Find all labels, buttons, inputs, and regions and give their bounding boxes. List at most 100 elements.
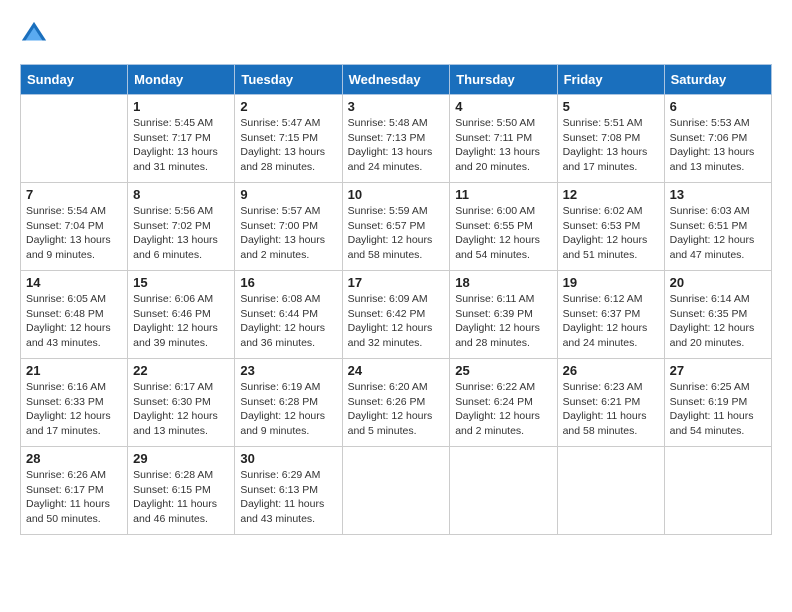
calendar-table: SundayMondayTuesdayWednesdayThursdayFrid… bbox=[20, 64, 772, 535]
day-info: Sunrise: 6:09 AM Sunset: 6:42 PM Dayligh… bbox=[348, 292, 445, 351]
calendar-cell: 2 Sunrise: 5:47 AM Sunset: 7:15 PM Daylig… bbox=[235, 95, 342, 183]
day-number: 27 bbox=[670, 363, 766, 378]
calendar-header-tuesday: Tuesday bbox=[235, 65, 342, 95]
calendar-cell: 5 Sunrise: 5:51 AM Sunset: 7:08 PM Daylig… bbox=[557, 95, 664, 183]
calendar-cell: 14 Sunrise: 6:05 AM Sunset: 6:48 PM Dayli… bbox=[21, 271, 128, 359]
calendar-cell bbox=[21, 95, 128, 183]
calendar-cell: 3 Sunrise: 5:48 AM Sunset: 7:13 PM Daylig… bbox=[342, 95, 450, 183]
day-info: Sunrise: 6:19 AM Sunset: 6:28 PM Dayligh… bbox=[240, 380, 336, 439]
day-info: Sunrise: 6:14 AM Sunset: 6:35 PM Dayligh… bbox=[670, 292, 766, 351]
day-info: Sunrise: 6:16 AM Sunset: 6:33 PM Dayligh… bbox=[26, 380, 122, 439]
calendar-cell: 22Sunrise: 6:17 AM Sunset: 6:30 PM Dayli… bbox=[128, 359, 235, 447]
day-info: Sunrise: 6:11 AM Sunset: 6:39 PM Dayligh… bbox=[455, 292, 551, 351]
calendar-cell: 10 Sunrise: 5:59 AM Sunset: 6:57 PM Dayli… bbox=[342, 183, 450, 271]
calendar-header-wednesday: Wednesday bbox=[342, 65, 450, 95]
day-info: Sunrise: 6:06 AM Sunset: 6:46 PM Dayligh… bbox=[133, 292, 229, 351]
day-number: 26 bbox=[563, 363, 659, 378]
day-info: Sunrise: 6:20 AM Sunset: 6:26 PM Dayligh… bbox=[348, 380, 445, 439]
calendar-cell: 8 Sunrise: 5:56 AM Sunset: 7:02 PM Daylig… bbox=[128, 183, 235, 271]
day-number: 17 bbox=[348, 275, 445, 290]
day-number: 11 bbox=[455, 187, 551, 202]
calendar-cell: 12 Sunrise: 6:02 AM Sunset: 6:53 PM Dayli… bbox=[557, 183, 664, 271]
calendar-cell: 11 Sunrise: 6:00 AM Sunset: 6:55 PM Dayli… bbox=[450, 183, 557, 271]
calendar-header-thursday: Thursday bbox=[450, 65, 557, 95]
day-info: Sunrise: 6:00 AM Sunset: 6:55 PM Dayligh… bbox=[455, 204, 551, 263]
day-info: Sunrise: 6:25 AM Sunset: 6:19 PM Dayligh… bbox=[670, 380, 766, 439]
day-number: 6 bbox=[670, 99, 766, 114]
calendar-week-row: 7 Sunrise: 5:54 AM Sunset: 7:04 PM Daylig… bbox=[21, 183, 772, 271]
page-header bbox=[20, 20, 772, 48]
day-info: Sunrise: 5:56 AM Sunset: 7:02 PM Dayligh… bbox=[133, 204, 229, 263]
day-info: Sunrise: 5:45 AM Sunset: 7:17 PM Dayligh… bbox=[133, 116, 229, 175]
day-number: 19 bbox=[563, 275, 659, 290]
day-number: 5 bbox=[563, 99, 659, 114]
calendar-cell: 18 Sunrise: 6:11 AM Sunset: 6:39 PM Dayli… bbox=[450, 271, 557, 359]
day-number: 20 bbox=[670, 275, 766, 290]
logo bbox=[20, 20, 50, 48]
day-number: 3 bbox=[348, 99, 445, 114]
calendar-week-row: 14 Sunrise: 6:05 AM Sunset: 6:48 PM Dayli… bbox=[21, 271, 772, 359]
day-info: Sunrise: 6:05 AM Sunset: 6:48 PM Dayligh… bbox=[26, 292, 122, 351]
day-number: 30 bbox=[240, 451, 336, 466]
day-info: Sunrise: 6:02 AM Sunset: 6:53 PM Dayligh… bbox=[563, 204, 659, 263]
calendar-cell bbox=[557, 447, 664, 535]
calendar-cell: 23Sunrise: 6:19 AM Sunset: 6:28 PM Dayli… bbox=[235, 359, 342, 447]
day-info: Sunrise: 6:26 AM Sunset: 6:17 PM Dayligh… bbox=[26, 468, 122, 527]
calendar-cell: 26 Sunrise: 6:23 AM Sunset: 6:21 PM Dayli… bbox=[557, 359, 664, 447]
day-info: Sunrise: 6:23 AM Sunset: 6:21 PM Dayligh… bbox=[563, 380, 659, 439]
calendar-header-friday: Friday bbox=[557, 65, 664, 95]
day-info: Sunrise: 6:12 AM Sunset: 6:37 PM Dayligh… bbox=[563, 292, 659, 351]
day-info: Sunrise: 6:28 AM Sunset: 6:15 PM Dayligh… bbox=[133, 468, 229, 527]
calendar-cell: 15 Sunrise: 6:06 AM Sunset: 6:46 PM Dayli… bbox=[128, 271, 235, 359]
day-number: 15 bbox=[133, 275, 229, 290]
day-info: Sunrise: 5:59 AM Sunset: 6:57 PM Dayligh… bbox=[348, 204, 445, 263]
calendar-cell: 25 Sunrise: 6:22 AM Sunset: 6:24 PM Dayli… bbox=[450, 359, 557, 447]
day-number: 4 bbox=[455, 99, 551, 114]
calendar-cell: 6Sunrise: 5:53 AM Sunset: 7:06 PM Daylig… bbox=[664, 95, 771, 183]
calendar-cell: 21Sunrise: 6:16 AM Sunset: 6:33 PM Dayli… bbox=[21, 359, 128, 447]
calendar-week-row: 21Sunrise: 6:16 AM Sunset: 6:33 PM Dayli… bbox=[21, 359, 772, 447]
calendar-header-row: SundayMondayTuesdayWednesdayThursdayFrid… bbox=[21, 65, 772, 95]
day-number: 25 bbox=[455, 363, 551, 378]
day-info: Sunrise: 5:47 AM Sunset: 7:15 PM Dayligh… bbox=[240, 116, 336, 175]
day-info: Sunrise: 6:29 AM Sunset: 6:13 PM Dayligh… bbox=[240, 468, 336, 527]
day-number: 2 bbox=[240, 99, 336, 114]
day-number: 8 bbox=[133, 187, 229, 202]
day-number: 16 bbox=[240, 275, 336, 290]
calendar-cell: 19 Sunrise: 6:12 AM Sunset: 6:37 PM Dayli… bbox=[557, 271, 664, 359]
day-info: Sunrise: 5:54 AM Sunset: 7:04 PM Dayligh… bbox=[26, 204, 122, 263]
day-info: Sunrise: 5:51 AM Sunset: 7:08 PM Dayligh… bbox=[563, 116, 659, 175]
calendar-cell: 7 Sunrise: 5:54 AM Sunset: 7:04 PM Daylig… bbox=[21, 183, 128, 271]
calendar-cell bbox=[342, 447, 450, 535]
calendar-cell: 30 Sunrise: 6:29 AM Sunset: 6:13 PM Dayli… bbox=[235, 447, 342, 535]
calendar-cell: 27 Sunrise: 6:25 AM Sunset: 6:19 PM Dayli… bbox=[664, 359, 771, 447]
day-number: 10 bbox=[348, 187, 445, 202]
day-number: 7 bbox=[26, 187, 122, 202]
calendar-cell: 16 Sunrise: 6:08 AM Sunset: 6:44 PM Dayli… bbox=[235, 271, 342, 359]
calendar-cell: 13Sunrise: 6:03 AM Sunset: 6:51 PM Dayli… bbox=[664, 183, 771, 271]
day-number: 1 bbox=[133, 99, 229, 114]
calendar-cell: 9Sunrise: 5:57 AM Sunset: 7:00 PM Daylig… bbox=[235, 183, 342, 271]
calendar-cell: 4 Sunrise: 5:50 AM Sunset: 7:11 PM Daylig… bbox=[450, 95, 557, 183]
day-number: 22 bbox=[133, 363, 229, 378]
calendar-cell bbox=[450, 447, 557, 535]
day-number: 12 bbox=[563, 187, 659, 202]
calendar-cell: 1 Sunrise: 5:45 AM Sunset: 7:17 PM Daylig… bbox=[128, 95, 235, 183]
calendar-header-monday: Monday bbox=[128, 65, 235, 95]
calendar-cell: 28 Sunrise: 6:26 AM Sunset: 6:17 PM Dayli… bbox=[21, 447, 128, 535]
day-number: 13 bbox=[670, 187, 766, 202]
day-number: 14 bbox=[26, 275, 122, 290]
day-info: Sunrise: 5:50 AM Sunset: 7:11 PM Dayligh… bbox=[455, 116, 551, 175]
day-info: Sunrise: 5:48 AM Sunset: 7:13 PM Dayligh… bbox=[348, 116, 445, 175]
calendar-cell: 20 Sunrise: 6:14 AM Sunset: 6:35 PM Dayli… bbox=[664, 271, 771, 359]
day-number: 28 bbox=[26, 451, 122, 466]
calendar-cell bbox=[664, 447, 771, 535]
calendar-cell: 17 Sunrise: 6:09 AM Sunset: 6:42 PM Dayli… bbox=[342, 271, 450, 359]
day-number: 24 bbox=[348, 363, 445, 378]
calendar-week-row: 1 Sunrise: 5:45 AM Sunset: 7:17 PM Daylig… bbox=[21, 95, 772, 183]
day-number: 18 bbox=[455, 275, 551, 290]
day-info: Sunrise: 6:08 AM Sunset: 6:44 PM Dayligh… bbox=[240, 292, 336, 351]
calendar-cell: 29Sunrise: 6:28 AM Sunset: 6:15 PM Dayli… bbox=[128, 447, 235, 535]
day-info: Sunrise: 6:22 AM Sunset: 6:24 PM Dayligh… bbox=[455, 380, 551, 439]
day-number: 9 bbox=[240, 187, 336, 202]
